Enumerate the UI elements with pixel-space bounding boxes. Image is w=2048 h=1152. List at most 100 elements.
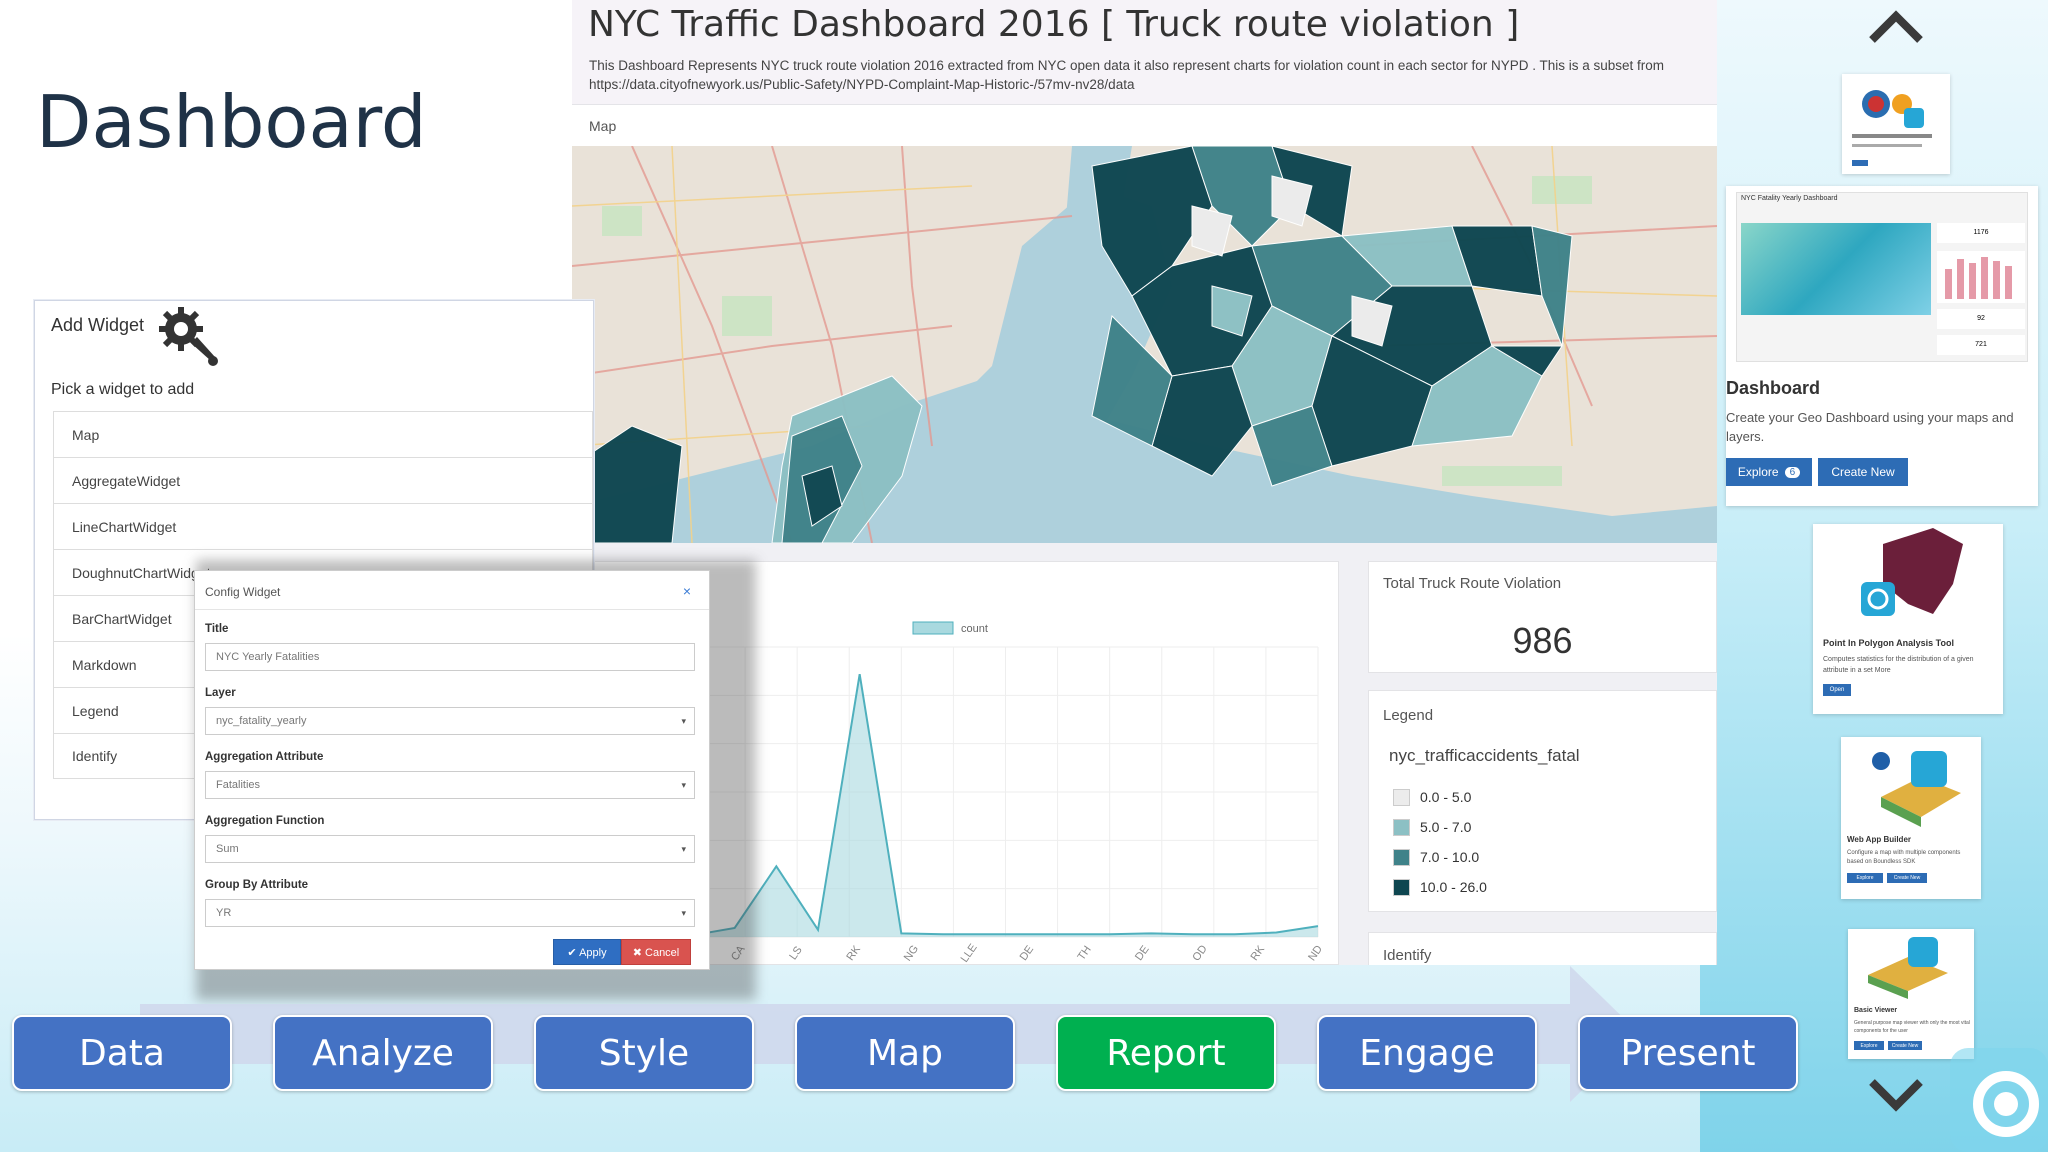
legend-item-label: 10.0 - 26.0	[1420, 879, 1487, 895]
scroll-down-icon[interactable]	[1868, 1078, 1924, 1114]
aggregation-attribute-label: Aggregation Attribute	[205, 751, 324, 763]
legend-label-count: count	[961, 623, 988, 635]
workflow-step-map[interactable]: Map	[795, 1015, 1015, 1091]
legend-layer-name: nyc_trafficaccidents_fatal	[1389, 746, 1580, 765]
workflow-step-present[interactable]: Present	[1578, 1015, 1798, 1091]
layer-select[interactable]: nyc_fatality_yearly ▾	[205, 707, 695, 735]
map-canvas[interactable]	[572, 146, 1717, 543]
logo-icon	[1950, 1048, 2048, 1152]
widget-option-map[interactable]: Map	[53, 411, 593, 457]
carousel-card-point-in-polygon[interactable]: Point In Polygon Analysis Tool Computes …	[1813, 524, 2003, 714]
layer-select-value: nyc_fatality_yearly	[216, 715, 307, 727]
x-tick-label: DE	[1133, 944, 1152, 963]
preview-bar	[1969, 263, 1976, 299]
x-tick-label: DE	[1018, 944, 1037, 963]
legend-item: 10.0 - 26.0	[1393, 876, 1487, 898]
x-tick-label: LS	[787, 944, 805, 962]
legend-swatch	[1393, 818, 1410, 836]
preview-bar	[1957, 259, 1964, 299]
divider	[195, 609, 709, 610]
dashboard-card-desc: Create your Geo Dashboard using your map…	[1726, 410, 2014, 444]
carousel-thumb-geo-app[interactable]	[1842, 74, 1950, 174]
web-app-builder-thumbnail	[1872, 751, 1961, 827]
aggregation-function-value: Sum	[216, 843, 239, 855]
x-tick-label: ND	[1306, 943, 1325, 963]
apply-button[interactable]: ✔ Apply	[553, 939, 621, 965]
carousel-card-web-app-builder[interactable]: Web App Builder Configure a map with mul…	[1841, 737, 1981, 899]
identify-panel: Identify	[1368, 932, 1717, 965]
map-panel-label: Map	[589, 118, 617, 134]
workflow-step-style[interactable]: Style	[534, 1015, 754, 1091]
preview-kpi: 721	[1937, 335, 2025, 355]
title-input-value: NYC Yearly Fatalities	[216, 651, 320, 663]
x-tick-label: OD	[1190, 943, 1209, 963]
polygon-card-desc: Computes statistics for the distribution…	[1823, 656, 1974, 674]
legend-swatch	[1393, 848, 1410, 866]
preview-bar	[1981, 257, 1988, 299]
title-input[interactable]: NYC Yearly Fatalities	[205, 643, 695, 671]
kpi-value: 986	[1512, 620, 1573, 661]
caret-down-icon: ▾	[681, 908, 686, 918]
web-app-card-title: Web App Builder	[1847, 835, 1911, 844]
add-widget-title: Add Widget	[51, 315, 145, 335]
slide-title: Dashboard	[36, 80, 427, 164]
group-by-value: YR	[216, 907, 232, 919]
legend-item-label: 7.0 - 10.0	[1420, 849, 1480, 865]
polygon-tool-thumbnail	[1861, 528, 1963, 616]
layer-field-label: Layer	[205, 687, 236, 699]
legend-panel: Legend nyc_trafficaccidents_fatal 0.0 - …	[1368, 690, 1717, 912]
map-panel-header: Map	[572, 104, 1717, 146]
workflow-step-engage[interactable]: Engage	[1317, 1015, 1537, 1091]
close-icon[interactable]: ×	[683, 583, 691, 599]
cancel-button[interactable]: ✖ Cancel	[621, 939, 691, 965]
preview-bar	[1945, 269, 1952, 299]
caret-down-icon: ▾	[681, 844, 686, 854]
explore-count-badge: 6	[1784, 466, 1801, 478]
carousel-card-dashboard[interactable]: NYC Fatality Yearly Dashboard 1176 92 72…	[1726, 186, 2038, 506]
workflow-step-analyze[interactable]: Analyze	[273, 1015, 493, 1091]
create-new-button[interactable]: Create New	[1818, 458, 1908, 486]
add-widget-instruction: Pick a widget to add	[51, 381, 195, 398]
gear-wrench-icon	[159, 307, 218, 366]
dashboard-card-preview: NYC Fatality Yearly Dashboard 1176 92 72…	[1736, 192, 2028, 362]
kpi-title: Total Truck Route Violation	[1383, 575, 1562, 592]
geo-app-thumbnail	[1852, 90, 1932, 166]
basic-viewer-title: Basic Viewer	[1854, 1007, 1898, 1014]
title-field-label: Title	[205, 623, 229, 635]
preview-kpi: 92	[1937, 309, 2025, 329]
dashboard-title: NYC Traffic Dashboard 2016 [ Truck route…	[588, 4, 1520, 45]
scroll-up-icon[interactable]	[1868, 8, 1924, 44]
create-new-button[interactable]: Create New	[1888, 1041, 1922, 1050]
x-tick-label: NG	[902, 943, 921, 963]
x-tick-label: TH	[1076, 944, 1094, 963]
aggregation-function-select[interactable]: Sum ▾	[205, 835, 695, 863]
widget-option-linechart[interactable]: LineChartWidget	[53, 503, 593, 549]
legend-item-label: 0.0 - 5.0	[1420, 789, 1472, 805]
config-widget-dialog: Config Widget × Title NYC Yearly Fatalit…	[194, 570, 710, 970]
legend-item-label: 5.0 - 7.0	[1420, 819, 1472, 835]
explore-button[interactable]: Explore	[1854, 1041, 1884, 1050]
widget-option-aggregate[interactable]: AggregateWidget	[53, 457, 593, 503]
open-button[interactable]: Open	[1823, 684, 1851, 696]
choropleth-map[interactable]	[572, 146, 1717, 543]
explore-button[interactable]: Explore 6	[1726, 458, 1812, 486]
dashboard-card-title: Dashboard	[1726, 378, 1821, 398]
x-tick-label: LLE	[959, 942, 980, 965]
workflow-step-data[interactable]: Data	[12, 1015, 232, 1091]
identify-title: Identify	[1383, 947, 1432, 964]
caret-down-icon: ▾	[681, 780, 686, 790]
preview-bar	[1993, 261, 2000, 299]
carousel-card-basic-viewer[interactable]: Basic Viewer General purpose map viewer …	[1848, 929, 1974, 1059]
legend-item: 7.0 - 10.0	[1393, 846, 1479, 868]
preview-bar	[2005, 266, 2012, 299]
aggregation-attribute-value: Fatalities	[216, 779, 261, 791]
workflow-step-report[interactable]: Report	[1056, 1015, 1276, 1091]
dashboard-header: NYC Traffic Dashboard 2016 [ Truck route…	[572, 0, 1717, 104]
preview-bar-chart	[1937, 251, 2025, 303]
x-tick-label: RK	[1249, 943, 1268, 963]
group-by-select[interactable]: YR ▾	[205, 899, 695, 927]
create-new-button[interactable]: Create New	[1887, 873, 1927, 883]
legend-swatch-count	[912, 621, 954, 635]
explore-button[interactable]: Explore	[1847, 873, 1883, 883]
aggregation-attribute-select[interactable]: Fatalities ▾	[205, 771, 695, 799]
